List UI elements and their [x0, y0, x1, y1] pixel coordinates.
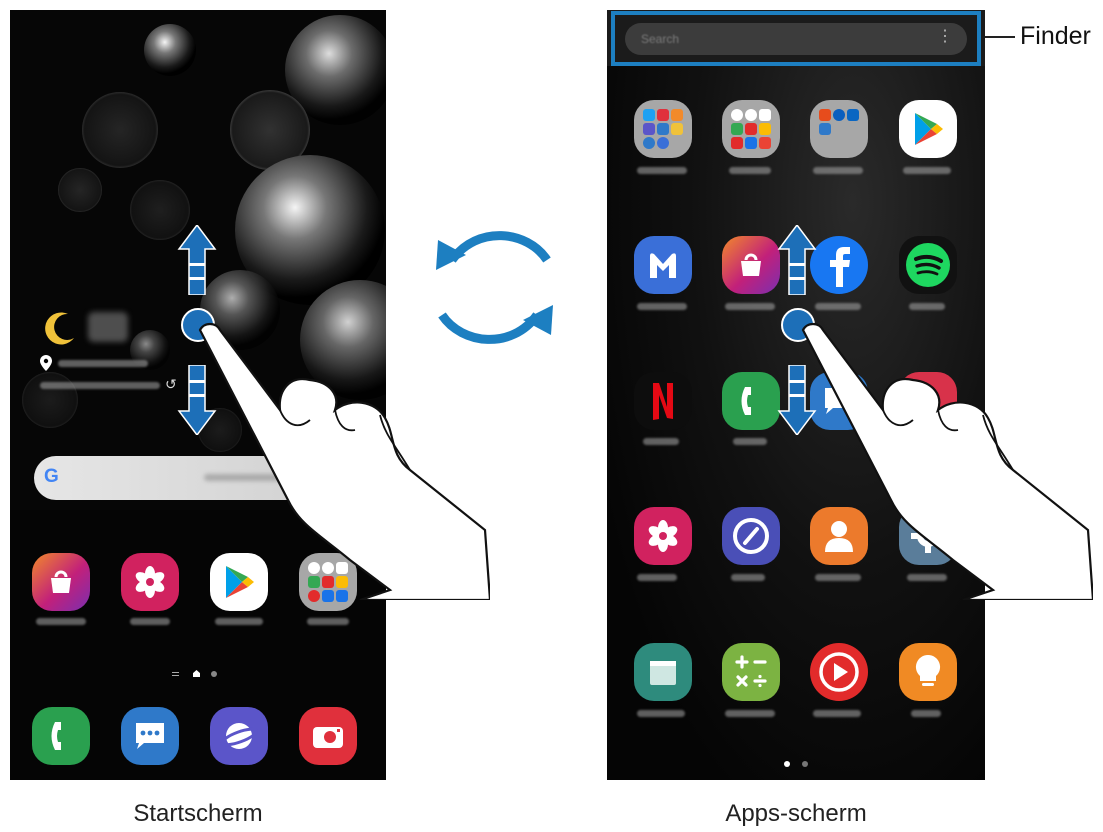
location-pin-icon — [40, 355, 52, 371]
app-label-blur — [725, 710, 775, 717]
app-label-blur — [637, 710, 685, 717]
lightbulb-icon — [915, 654, 941, 686]
google-logo: G — [44, 466, 59, 487]
youtube-music-app[interactable] — [810, 643, 868, 701]
phone-app[interactable] — [32, 707, 90, 765]
chat-bubble-icon — [136, 723, 164, 749]
play-circle-icon — [819, 652, 859, 692]
app-label-blur — [813, 710, 861, 717]
app-label-blur — [729, 167, 771, 174]
refresh-icon[interactable]: ↺ — [165, 376, 177, 393]
app-label-blur — [911, 710, 941, 717]
app-label-blur — [215, 618, 263, 625]
page-indicator — [172, 670, 232, 678]
phone-app[interactable] — [722, 372, 780, 430]
home-screen-caption: Startscherm — [133, 800, 263, 827]
shopping-bag-icon — [741, 253, 761, 276]
google-folder[interactable] — [722, 100, 780, 158]
weather-temp-blur — [88, 312, 128, 342]
galaxy-store-app[interactable] — [722, 236, 780, 294]
page-indicator-dot-active — [784, 761, 790, 767]
flower-icon — [648, 520, 678, 552]
folder-icon — [819, 109, 859, 135]
finder-highlight-box — [611, 11, 981, 66]
page-indicator-dot — [802, 761, 808, 767]
swipe-hand-icon — [198, 322, 490, 600]
internet-app[interactable] — [210, 707, 268, 765]
galaxy-store-app[interactable] — [32, 553, 90, 611]
play-store-app[interactable] — [899, 100, 957, 158]
moon-icon — [45, 312, 74, 345]
facebook-icon — [830, 247, 850, 287]
calculator-icon — [735, 655, 767, 688]
samsung-members-app[interactable] — [634, 236, 692, 294]
calendar-icon — [650, 661, 676, 685]
app-label-blur — [903, 167, 951, 174]
facebook-app[interactable] — [810, 236, 868, 294]
app-label-blur — [307, 618, 349, 625]
microsoft-folder[interactable] — [810, 100, 868, 158]
app-label-blur — [909, 303, 945, 310]
samsung-folder[interactable] — [634, 100, 692, 158]
finder-callout-line — [985, 36, 1015, 38]
page-indicator-home — [193, 670, 200, 677]
app-label-blur — [637, 167, 687, 174]
spotify-app[interactable] — [899, 236, 957, 294]
shopping-bag-icon — [51, 570, 71, 593]
folder-icon — [731, 109, 771, 149]
camera-icon — [313, 727, 343, 748]
planet-icon — [220, 723, 258, 749]
app-label-blur — [813, 167, 863, 174]
spotify-icon — [906, 243, 950, 287]
app-label-blur — [643, 438, 679, 445]
calendar-app[interactable] — [634, 643, 692, 701]
play-triangle-icon — [915, 113, 943, 145]
weather-updated-blur — [40, 382, 160, 389]
tips-app[interactable] — [899, 643, 957, 701]
phone-icon — [51, 722, 61, 750]
app-label-blur — [637, 303, 687, 310]
apps-screen-caption: Apps-scherm — [725, 800, 867, 827]
swipe-up-arrow — [777, 225, 817, 295]
netflix-app[interactable] — [634, 372, 692, 430]
app-label-blur — [815, 303, 861, 310]
app-label-blur — [130, 618, 170, 625]
calculator-app[interactable] — [722, 643, 780, 701]
camera-app[interactable] — [299, 707, 357, 765]
page-indicator-dot — [211, 671, 217, 677]
app-label-blur — [733, 438, 767, 445]
app-label-blur — [725, 303, 775, 310]
clock-icon — [733, 518, 769, 554]
switch-screens-icon — [436, 231, 553, 344]
messages-app[interactable] — [121, 707, 179, 765]
weather-location-blur — [58, 360, 148, 367]
app-label-blur — [637, 574, 677, 581]
gallery-app[interactable] — [634, 507, 692, 565]
finder-callout-label: Finder — [1020, 22, 1091, 50]
netflix-icon — [653, 383, 673, 420]
folder-icon — [643, 109, 683, 149]
clock-app[interactable] — [722, 507, 780, 565]
gallery-app[interactable] — [121, 553, 179, 611]
page-indicator-lines — [172, 672, 179, 673]
app-label-blur — [36, 618, 86, 625]
flower-icon — [135, 566, 165, 598]
phone-icon — [741, 387, 751, 415]
app-label-blur — [731, 574, 765, 581]
swipe-up-arrow — [177, 225, 217, 295]
m-icon — [650, 253, 676, 278]
swipe-hand-icon — [801, 322, 1093, 600]
